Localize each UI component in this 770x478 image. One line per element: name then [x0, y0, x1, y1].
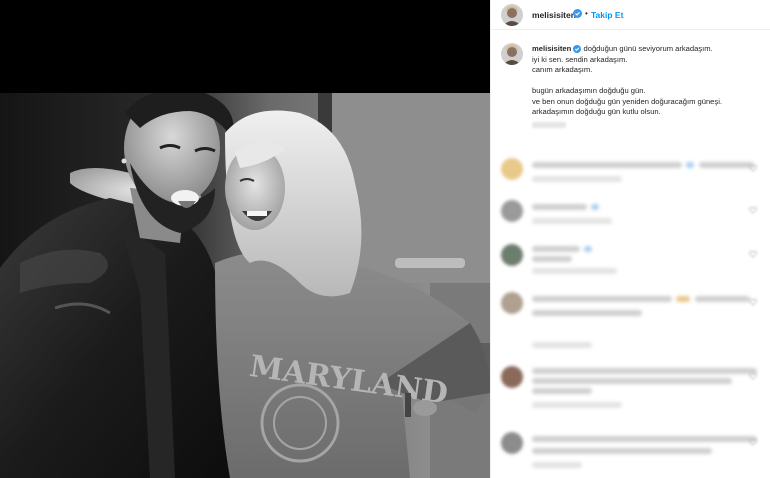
comment-text-blurred	[699, 162, 754, 168]
heart-icon	[749, 164, 757, 172]
comment-text-blurred	[532, 310, 642, 316]
caption-text-line: doğduğun günü seviyorum arkadaşım.	[583, 44, 713, 53]
comment-text-blurred	[591, 204, 599, 210]
comment-text-blurred	[532, 256, 572, 262]
follow-button[interactable]: Takip Et	[591, 10, 623, 20]
comment-text-blurred	[686, 162, 694, 168]
comment-meta-blurred	[532, 462, 582, 468]
comment-avatar	[501, 432, 523, 454]
author-avatar[interactable]	[501, 4, 523, 26]
post-header: melisisiten • Takip Et	[491, 0, 770, 30]
comment-text-blurred	[532, 246, 580, 252]
instagram-post: MARYLAND melisisiten • Takip Et melisisi…	[0, 0, 770, 478]
comment-avatar	[501, 244, 523, 266]
caption-text-line: bugün arkadaşımın doğduğu gün.	[532, 86, 646, 95]
comment-avatar	[501, 292, 523, 314]
header-separator: •	[585, 9, 588, 18]
heart-icon	[749, 438, 757, 446]
post-sidebar: melisisiten • Takip Et melisisiten doğdu…	[490, 0, 770, 478]
heart-icon	[749, 250, 757, 258]
comment-text-blurred	[532, 436, 757, 442]
caption-body: melisisiten doğduğun günü seviyorum arka…	[532, 44, 764, 128]
comment-meta-blurred	[532, 176, 622, 182]
heart-icon	[749, 206, 757, 214]
comment-text-blurred	[532, 368, 757, 374]
comment-meta-blurred	[532, 342, 592, 348]
comment-avatar	[501, 200, 523, 222]
comment-meta-blurred	[532, 218, 612, 224]
comment-meta-blurred	[532, 402, 622, 408]
post-media[interactable]: MARYLAND	[0, 0, 490, 478]
comment-text-blurred	[532, 204, 587, 210]
caption-timestamp-blurred	[532, 121, 566, 128]
comment-text-blurred	[532, 162, 682, 168]
caption-text-line: canım arkadaşım.	[532, 65, 593, 74]
caption-text-line: iyi ki sen. sendin arkadaşım.	[532, 54, 628, 64]
comment-text-blurred	[695, 296, 750, 302]
post-photo: MARYLAND	[0, 93, 490, 478]
heart-icon	[749, 298, 757, 306]
comment-text-blurred	[532, 378, 732, 384]
comment-text-blurred	[532, 388, 592, 394]
comment-text-blurred	[532, 448, 712, 454]
caption-username[interactable]: melisisiten	[532, 44, 571, 53]
heart-icon	[749, 372, 757, 380]
comment-text-blurred	[532, 296, 672, 302]
author-username[interactable]: melisisiten	[532, 10, 576, 20]
caption-first-line: melisisiten doğduğun günü seviyorum arka…	[532, 44, 764, 55]
comment-meta-blurred	[532, 268, 617, 274]
comment-avatar	[501, 158, 523, 180]
comment-text-blurred	[584, 246, 592, 252]
comment-text-blurred	[676, 296, 690, 302]
comment-avatar	[501, 366, 523, 388]
verified-badge-icon	[573, 9, 582, 18]
caption-text-line: ve ben onun doğduğu gün yeniden doğuraca…	[532, 96, 722, 106]
caption-text-line: arkadaşımın doğduğu gün kutlu olsun.	[532, 107, 661, 116]
verified-badge-icon	[573, 45, 582, 53]
caption-avatar[interactable]	[501, 43, 523, 65]
